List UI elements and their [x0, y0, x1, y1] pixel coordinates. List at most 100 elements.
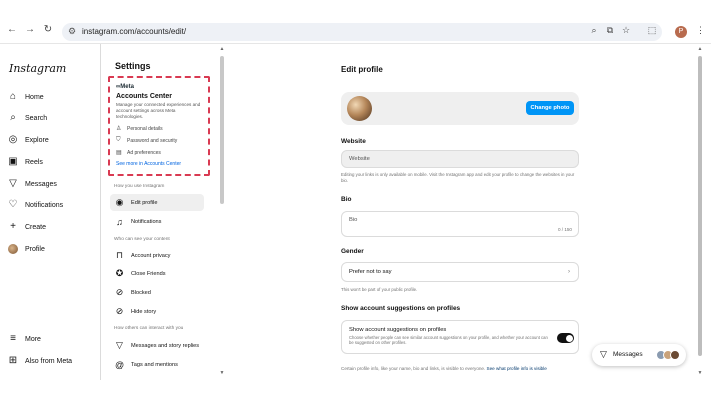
nav-item-more[interactable]: ≡ More	[8, 332, 41, 346]
settings-scroll-thumb[interactable]	[220, 56, 224, 204]
gender-help-text: This won't be part of your public profil…	[341, 287, 418, 292]
nav-item-explore[interactable]: ◎ Explore	[8, 133, 49, 147]
back-icon[interactable]: ←	[6, 24, 18, 36]
website-placeholder: Website	[349, 156, 370, 162]
nav-label: Create	[25, 223, 47, 231]
nav-item-reels[interactable]: ▣ Reels	[8, 155, 43, 169]
settings-item-label: Edit profile	[131, 199, 158, 206]
visibility-note-text: Certain profile info, like your name, bi…	[341, 366, 486, 371]
settings-item-blocked[interactable]: ⊘ Blocked	[110, 284, 204, 301]
browser-toolbar: ← → ↻ ⚙ instagram.com/accounts/edit/ ⌕ ⧉…	[0, 0, 711, 44]
avatar[interactable]	[347, 96, 372, 121]
website-field[interactable]: Website	[341, 150, 579, 168]
nav-label: More	[25, 335, 41, 343]
edit-profile-icon: ◉	[115, 197, 124, 207]
suggestions-toggle[interactable]	[557, 333, 574, 343]
bookmark-star-icon[interactable]: ☆	[620, 25, 632, 36]
settings-item-label: Blocked	[131, 289, 151, 296]
ac-row-personal-details[interactable]: ♙ Personal details	[116, 125, 202, 133]
install-app-icon[interactable]: ⧉	[604, 25, 616, 36]
nav-label: Home	[25, 93, 44, 101]
extensions-icon[interactable]: ⬚	[646, 25, 658, 36]
suggestions-title: Show account suggestions on profiles	[349, 327, 447, 333]
shield-icon: ⛉	[116, 137, 121, 143]
settings-item-edit-profile[interactable]: ◉ Edit profile	[110, 194, 204, 211]
nav-item-create[interactable]: + Create	[8, 220, 46, 234]
avatar	[670, 350, 680, 360]
suggestions-desc: Choose whether people can see similar ac…	[349, 335, 548, 346]
blocked-icon: ⊘	[115, 287, 124, 297]
messages-popup-button[interactable]: ▽ Messages	[592, 344, 686, 366]
messenger-icon: ▽	[9, 178, 17, 189]
reload-icon[interactable]: ↻	[42, 24, 54, 36]
nav-item-profile[interactable]: Profile	[8, 242, 45, 256]
page-title: Edit profile	[341, 65, 383, 74]
settings-item-hide-story[interactable]: ⊘ Hide story	[110, 303, 204, 320]
page-scrollbar[interactable]: ▲ ▼	[696, 46, 704, 376]
messenger-icon: ▽	[600, 349, 607, 359]
settings-scrollbar[interactable]: ▲ ▼	[218, 46, 226, 376]
accounts-center-card[interactable]: ∞Meta Accounts Center Manage your connec…	[108, 76, 210, 176]
forward-icon[interactable]: →	[24, 24, 36, 36]
ac-row-ad-preferences[interactable]: ▤ Ad preferences	[116, 149, 202, 157]
instagram-logo[interactable]: Instagram	[9, 62, 66, 75]
nav-item-also-from-meta[interactable]: ⊞ Also from Meta	[8, 354, 72, 368]
home-icon: ⌂	[9, 91, 17, 102]
settings-sidebar: Settings ∞Meta Accounts Center Manage yo…	[102, 44, 226, 380]
url-text[interactable]: instagram.com/accounts/edit/	[82, 27, 186, 36]
nav-label: Notifications	[25, 201, 64, 209]
suggestions-heading: Show account suggestions on profiles	[341, 305, 461, 312]
scroll-down-icon[interactable]: ▼	[218, 370, 226, 376]
settings-item-tags-mentions[interactable]: @ Tags and mentions	[110, 356, 204, 373]
nav-item-home[interactable]: ⌂ Home	[8, 90, 44, 104]
settings-item-label: Account privacy	[131, 252, 171, 259]
browser-profile-avatar[interactable]: P	[675, 26, 687, 38]
scroll-up-icon[interactable]: ▲	[218, 46, 226, 52]
scroll-up-icon[interactable]: ▲	[696, 46, 704, 52]
reels-icon: ▣	[8, 156, 18, 167]
close-friends-icon: ✪	[115, 268, 124, 278]
menu-icon: ≡	[10, 333, 16, 344]
settings-title: Settings	[115, 61, 151, 71]
settings-item-close-friends[interactable]: ✪ Close Friends	[110, 265, 204, 282]
profile-avatar-icon	[8, 244, 18, 254]
settings-item-label: Tags and mentions	[131, 361, 178, 368]
section-label-interact: How others can interact with you	[114, 326, 184, 331]
nav-label: Search	[25, 114, 48, 122]
ac-row-password-security[interactable]: ⛉ Password and security	[116, 137, 202, 144]
nav-item-notifications[interactable]: ♡ Notifications	[8, 198, 64, 212]
nav-label: Profile	[25, 245, 45, 253]
address-bar[interactable]: ⚙ instagram.com/accounts/edit/	[62, 23, 662, 41]
settings-item-notifications[interactable]: ♫ Notifications	[110, 213, 204, 230]
page-scroll-thumb[interactable]	[698, 56, 702, 356]
gender-select[interactable]: Prefer not to say ›	[341, 262, 579, 282]
bio-char-counter: 0 / 150	[557, 227, 572, 232]
site-info-icon[interactable]: ⚙	[68, 26, 76, 37]
settings-item-label: Messages and story replies	[131, 342, 200, 349]
website-help-text: Editing your links is only available on …	[341, 172, 575, 183]
settings-item-messages-replies[interactable]: ▽ Messages and story replies	[110, 337, 204, 354]
nav-label: Explore	[25, 136, 49, 144]
accounts-center-desc: Manage your connected experiences and ac…	[116, 102, 201, 119]
messages-icon: ▽	[116, 340, 123, 350]
accounts-center-title: Accounts Center	[116, 93, 173, 100]
nav-item-search[interactable]: ⌕ Search	[8, 111, 47, 125]
nav-item-messages[interactable]: ▽ Messages	[8, 177, 57, 191]
accounts-center-link[interactable]: See more in Accounts Center	[116, 161, 202, 167]
lock-icon: ⊓	[115, 250, 124, 260]
profile-photo-card: Change photo	[341, 92, 579, 125]
browser-menu-icon[interactable]: ⋮	[696, 25, 705, 36]
bio-field[interactable]: Bio 0 / 150	[341, 211, 579, 237]
meta-logo: ∞Meta	[116, 84, 134, 90]
visibility-info-link[interactable]: See what profile info is visible	[487, 366, 547, 371]
change-photo-button[interactable]: Change photo	[526, 101, 574, 115]
compass-icon: ◎	[8, 134, 18, 145]
section-label-see: Who can see your content	[114, 237, 170, 242]
settings-item-account-privacy[interactable]: ⊓ Account privacy	[110, 247, 204, 264]
zoom-icon[interactable]: ⌕	[588, 25, 600, 36]
scroll-down-icon[interactable]: ▼	[696, 370, 704, 376]
gender-label: Gender	[341, 248, 364, 255]
settings-item-label: Hide story	[131, 308, 157, 315]
hide-story-icon: ⊘	[115, 306, 124, 316]
settings-item-label: Notifications	[131, 218, 162, 225]
